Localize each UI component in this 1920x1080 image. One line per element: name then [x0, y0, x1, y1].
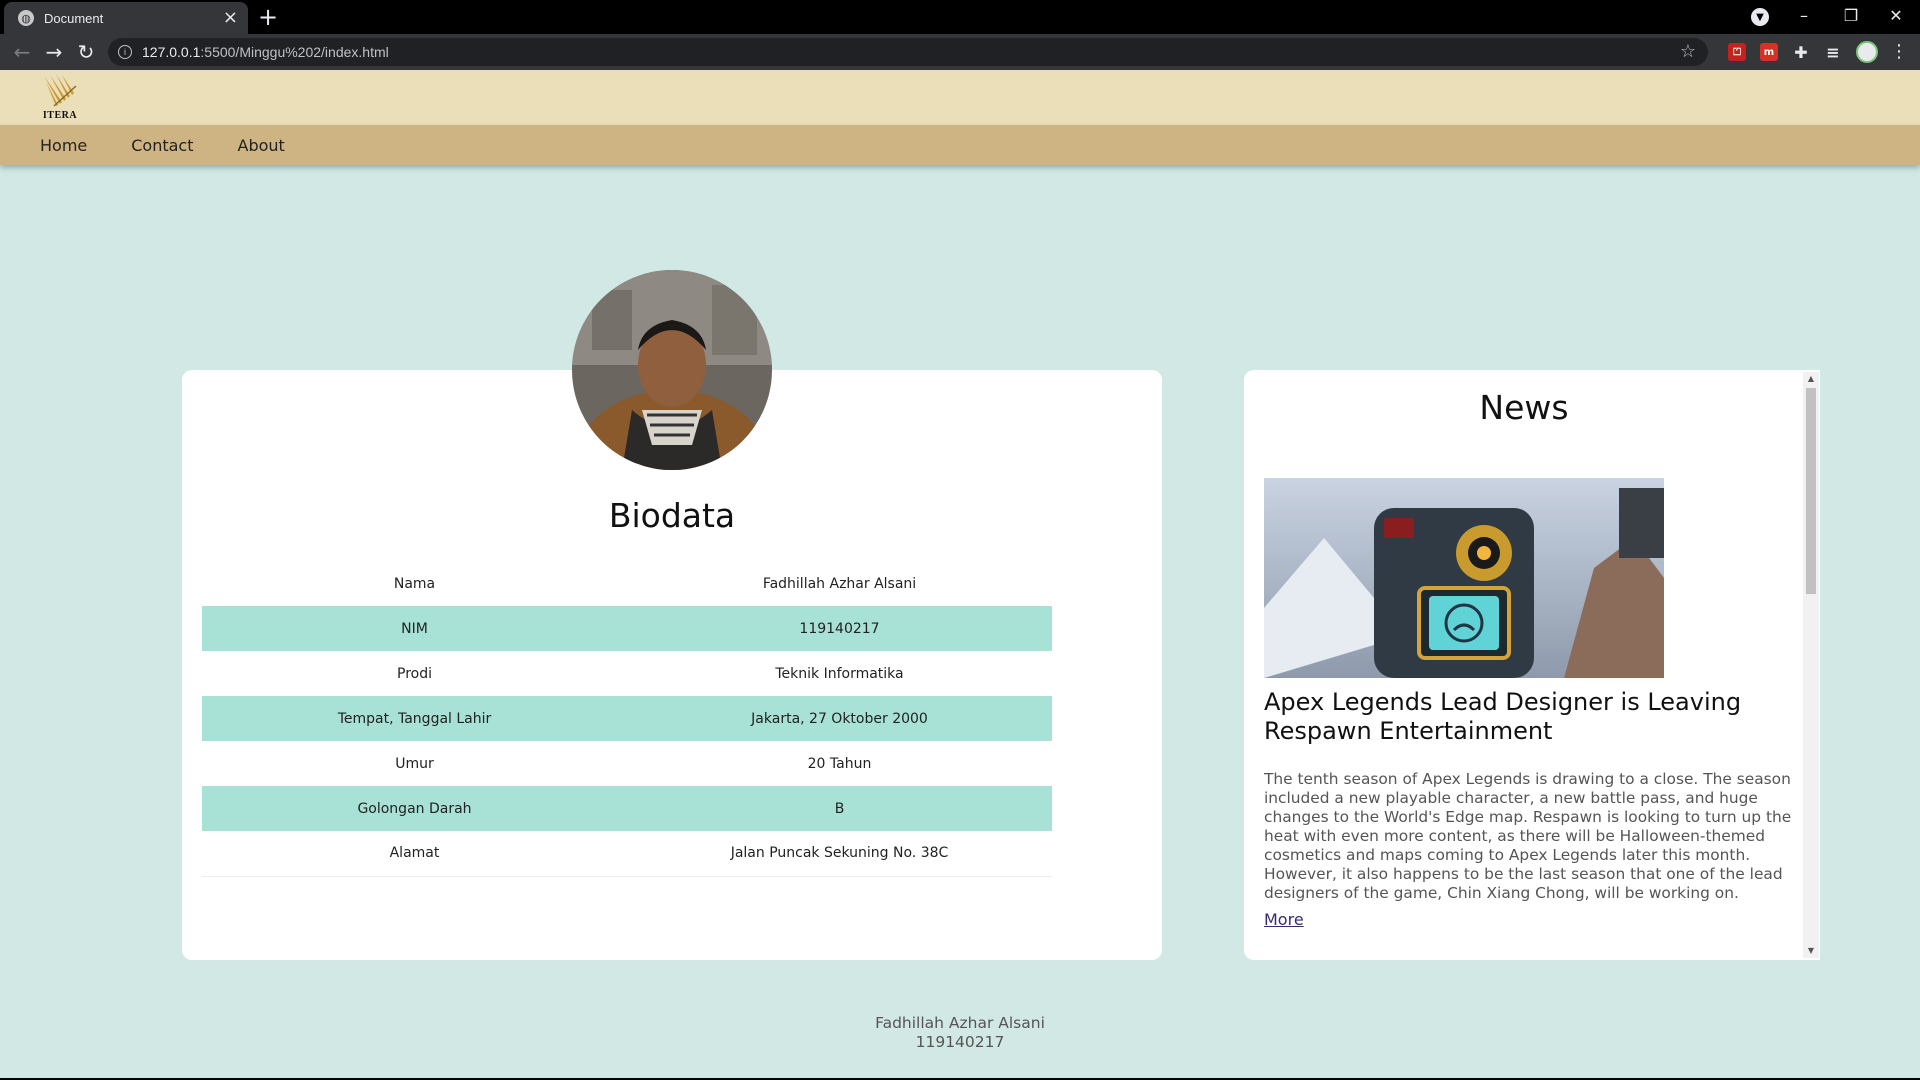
back-icon[interactable]: ← — [8, 34, 36, 70]
page-viewport: ITERA Home Contact About Biodata Nama Fad… — [0, 70, 1920, 1078]
close-window-button[interactable]: ✕ — [1876, 2, 1916, 30]
biodata-value: 20 Tahun — [807, 755, 872, 772]
profile-avatar-icon[interactable] — [1856, 41, 1878, 63]
biodata-value: Jakarta, 27 Oktober 2000 — [627, 696, 1052, 741]
bookmark-star-icon[interactable]: ☆ — [1680, 41, 1696, 62]
scroll-down-icon[interactable]: ▼ — [1806, 946, 1816, 956]
biodata-value: Teknik Informatika — [775, 665, 904, 682]
footer: Fadhillah Azhar Alsani 119140217 — [0, 1014, 1920, 1052]
table-row: Nama Fadhillah Azhar Alsani — [202, 561, 1052, 606]
info-icon[interactable]: i — [118, 45, 132, 59]
mega-extension-icon[interactable]: m — [1760, 43, 1778, 61]
nav-about[interactable]: About — [238, 136, 285, 155]
biodata-title: Biodata — [608, 496, 736, 535]
browser-titlebar: ◍ Document × + ▼ – ❐ ✕ — [0, 0, 1920, 34]
browser-tab[interactable]: ◍ Document × — [4, 2, 248, 34]
table-row: Umur 20 Tahun — [202, 741, 1052, 786]
scroll-thumb[interactable] — [1806, 388, 1816, 594]
news-body: The tenth season of Apex Legends is draw… — [1264, 770, 1792, 902]
url-host: 127.0.0.1 — [142, 44, 201, 60]
new-tab-button[interactable]: + — [258, 4, 278, 30]
table-row: Tempat, Tanggal Lahir Jakarta, 27 Oktober… — [202, 696, 1052, 741]
biodata-value: Jalan Puncak Sekuning No. 38C — [627, 831, 1052, 877]
url-path: :5500/Minggu%202/index.html — [200, 44, 389, 60]
biodata-label: Alamat — [202, 831, 627, 877]
biodata-value: B — [627, 786, 1052, 831]
itera-logo-icon — [44, 74, 77, 107]
media-control-icon[interactable]: ▼ — [1751, 8, 1769, 26]
address-bar[interactable]: i 127.0.0.1:5500/Minggu%202/index.html ☆ — [108, 38, 1708, 66]
biodata-label: Umur — [395, 755, 434, 772]
site-header: ITERA — [0, 70, 1920, 125]
logo-text: ITERA — [42, 110, 78, 121]
scroll-up-icon[interactable]: ▲ — [1806, 374, 1816, 384]
minimize-button[interactable]: – — [1784, 2, 1824, 30]
nav-contact[interactable]: Contact — [131, 136, 193, 155]
restore-button[interactable]: ❐ — [1831, 2, 1871, 30]
table-row: Golongan Darah B — [202, 786, 1052, 831]
nav-home[interactable]: Home — [40, 136, 87, 155]
table-row: Alamat Jalan Puncak Sekuning No. 38C — [202, 831, 1052, 877]
menu-kebab-icon[interactable]: ⋮ — [1890, 34, 1908, 70]
itera-logo[interactable]: ITERA — [40, 72, 80, 122]
globe-icon: ◍ — [18, 10, 34, 26]
news-scrollbar[interactable]: ▲ ▼ — [1803, 372, 1819, 958]
table-row: NIM 119140217 — [202, 606, 1052, 651]
tab-title: Document — [44, 10, 104, 26]
table-row: Prodi Teknik Informatika — [202, 651, 1052, 696]
biodata-label: NIM — [202, 606, 627, 651]
browser-toolbar: ← → ↻ i 127.0.0.1:5500/Minggu%202/index.… — [0, 34, 1920, 70]
biodata-value: 119140217 — [627, 606, 1052, 651]
footer-name: Fadhillah Azhar Alsani — [875, 1014, 1045, 1032]
news-image — [1264, 478, 1664, 678]
news-headline: Apex Legends Lead Designer is Leaving Re… — [1264, 688, 1742, 745]
news-more-link[interactable]: More — [1264, 910, 1304, 929]
news-card: News Apex Legends Lead Designer is Leavi… — [1244, 370, 1820, 960]
media-queue-icon[interactable]: ≡ — [1824, 43, 1842, 62]
extensions-puzzle-icon[interactable]: ✚ — [1792, 43, 1810, 62]
tab-close-icon[interactable]: × — [223, 9, 238, 27]
profile-photo — [572, 270, 772, 470]
biodata-label: Prodi — [397, 665, 432, 682]
biodata-label: Nama — [393, 575, 436, 592]
biodata-value: Fadhillah Azhar Alsani — [762, 575, 917, 592]
site-nav: Home Contact About — [0, 125, 1920, 165]
reload-icon[interactable]: ↻ — [72, 34, 100, 70]
biodata-label: Golongan Darah — [202, 786, 627, 831]
footer-nim: 119140217 — [915, 1033, 1005, 1051]
forward-icon[interactable]: → — [40, 34, 68, 70]
biodata-table: Nama Fadhillah Azhar Alsani NIM 119140217 Pr… — [202, 561, 1052, 877]
biodata-label: Tempat, Tanggal Lahir — [202, 696, 627, 741]
pdf-extension-icon[interactable]: ⏍ — [1728, 43, 1746, 61]
news-title: News — [1479, 388, 1569, 427]
